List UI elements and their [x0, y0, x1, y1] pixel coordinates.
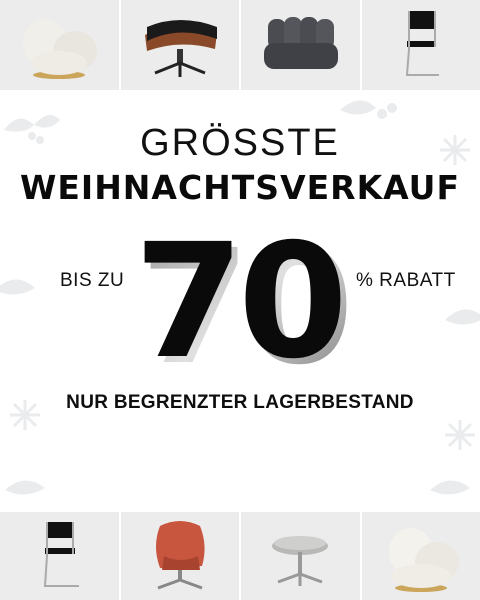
holly-decoration-icon [0, 279, 35, 295]
offer-suffix: % RABATT [356, 270, 456, 291]
headline-line-1: GRÖSSTE [140, 122, 340, 164]
holly-decoration-icon [430, 480, 470, 495]
product-tile-modular-sofa[interactable] [241, 0, 360, 90]
product-tile-boucle-chair[interactable] [0, 0, 119, 90]
modular-sofa-chair-icon [264, 17, 339, 69]
product-tile-cantilever-chair[interactable] [0, 512, 119, 600]
top-product-strip [0, 0, 480, 90]
holly-decoration-icon [5, 480, 45, 495]
leather-ottoman-icon [144, 20, 217, 77]
product-tile-egg-chair[interactable] [120, 512, 239, 600]
cantilever-chair-icon [44, 522, 80, 587]
discount-number: 70 70 [134, 222, 352, 372]
product-tile-cantilever-chair[interactable] [361, 0, 480, 90]
headline-line-2: WEIHNACHTSVERKAUF [19, 168, 461, 207]
bottom-product-strip [0, 512, 480, 600]
product-tile-leather-ottoman[interactable] [120, 0, 239, 90]
cantilever-chair-icon [405, 11, 439, 76]
boucle-lounge-chair-icon [23, 19, 98, 79]
boucle-lounge-chair-icon [388, 528, 459, 592]
discount-number-text: 70 [134, 222, 342, 372]
egg-chair-icon [155, 521, 205, 590]
holly-decoration-icon [445, 309, 480, 325]
offer-prefix: BIS ZU [60, 270, 125, 291]
limited-stock-note: NUR BEGRENZTER LAGERBESTAND [66, 392, 414, 413]
snowflake-decoration-icon [445, 420, 475, 450]
swivel-ottoman-icon [272, 536, 329, 586]
product-tile-swivel-ottoman[interactable] [241, 512, 360, 600]
product-tile-boucle-chair[interactable] [361, 512, 480, 600]
